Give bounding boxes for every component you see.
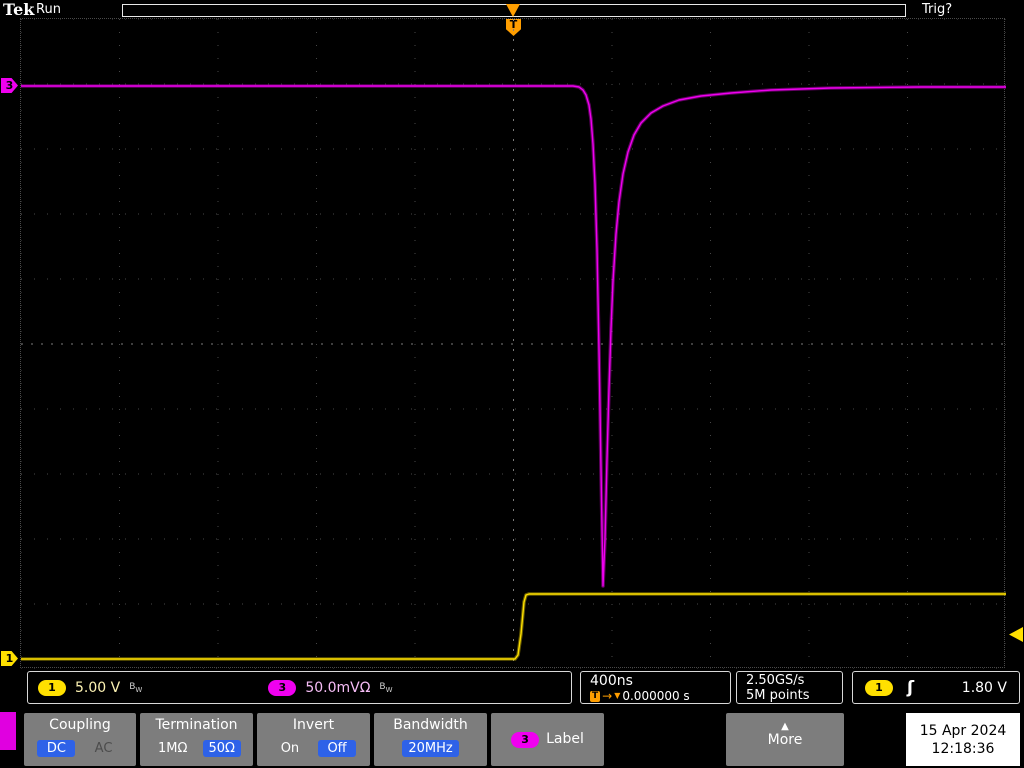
termination-title: Termination [155,717,238,733]
label-title: Label [546,731,584,747]
bandwidth-title: Bandwidth [393,717,468,733]
timebase-value: 400ns [590,673,633,689]
invert-option-on[interactable]: On [271,740,309,757]
channel-3-scale: 50.0mVΩ [305,679,371,696]
invert-title: Invert [292,717,335,733]
trigger-icon: T [590,690,601,702]
trigger-level-value: 1.80 V [961,679,1007,696]
record-length: 5M points [746,688,810,703]
label-channel-badge: 3 [511,731,540,748]
more-title: More [767,732,803,748]
channel-1-scale: 5.00 V [75,679,121,696]
trigger-readout: 1 ʃ 1.80 V [852,671,1020,704]
channel-3-menu-tab [0,712,16,750]
trigger-position-arrow-icon[interactable] [506,4,520,17]
vertical-scale-readout: 1 5.00 V BW 3 50.0mVΩ BW [27,671,572,704]
termination-option-50ohm[interactable]: 50Ω [202,740,241,757]
invert-option-off[interactable]: Off [318,740,357,757]
horizontal-readout: 400ns T → ▼ 0.000000 s [580,671,731,704]
trigger-source-badge: 1 [865,679,893,696]
bandwidth-button[interactable]: Bandwidth 20MHz [374,713,487,766]
channel-3-ground-marker[interactable]: 3 [1,78,18,93]
termination-option-1mohm[interactable]: 1MΩ [152,740,193,757]
chevron-up-icon: ▲ [781,721,789,732]
label-button[interactable]: 3 Label [491,713,604,766]
invert-button[interactable]: Invert On Off [257,713,370,766]
coupling-title: Coupling [49,717,111,733]
graticule [20,18,1006,669]
coupling-option-ac[interactable]: AC [85,740,123,757]
tek-logo: Tek [3,0,35,19]
trigger-delay-value: 0.000000 s [622,689,690,703]
date-value: 15 Apr 2024 [919,722,1007,739]
arrow-icon: → [602,689,613,703]
termination-button[interactable]: Termination 1MΩ 50Ω [140,713,253,766]
time-value: 12:18:36 [931,740,995,757]
waveform-display [21,19,1006,669]
bandwidth-option-20mhz[interactable]: 20MHz [402,740,459,757]
acquisition-status: Run [36,2,61,17]
channel-3-badge: 3 [268,679,297,696]
channel-1-bandwidth-limit-indicator: BW [129,681,143,694]
acquisition-rate-readout: 2.50GS/s 5M points [736,671,843,704]
cursor-icon: ▼ [614,691,621,700]
coupling-button[interactable]: Coupling DC AC [24,713,136,766]
channel-3-bandwidth-limit-indicator: BW [379,681,393,694]
sample-rate: 2.50GS/s [746,673,805,688]
coupling-option-dc[interactable]: DC [37,740,76,757]
trigger-status: Trig? [922,2,953,17]
channel-1-badge: 1 [38,679,66,696]
date-time-display: 15 Apr 2024 12:18:36 [906,713,1020,766]
channel-1-ground-marker[interactable]: 1 [1,651,18,666]
more-button[interactable]: ▲ More [726,713,844,766]
trigger-level-arrow[interactable] [1009,627,1023,642]
oscilloscope-screen: Tek Run Trig? T 3 1 1 5.00 V BW 3 50.0mV… [0,0,1024,768]
trigger-slope-icon: ʃ [907,677,915,698]
